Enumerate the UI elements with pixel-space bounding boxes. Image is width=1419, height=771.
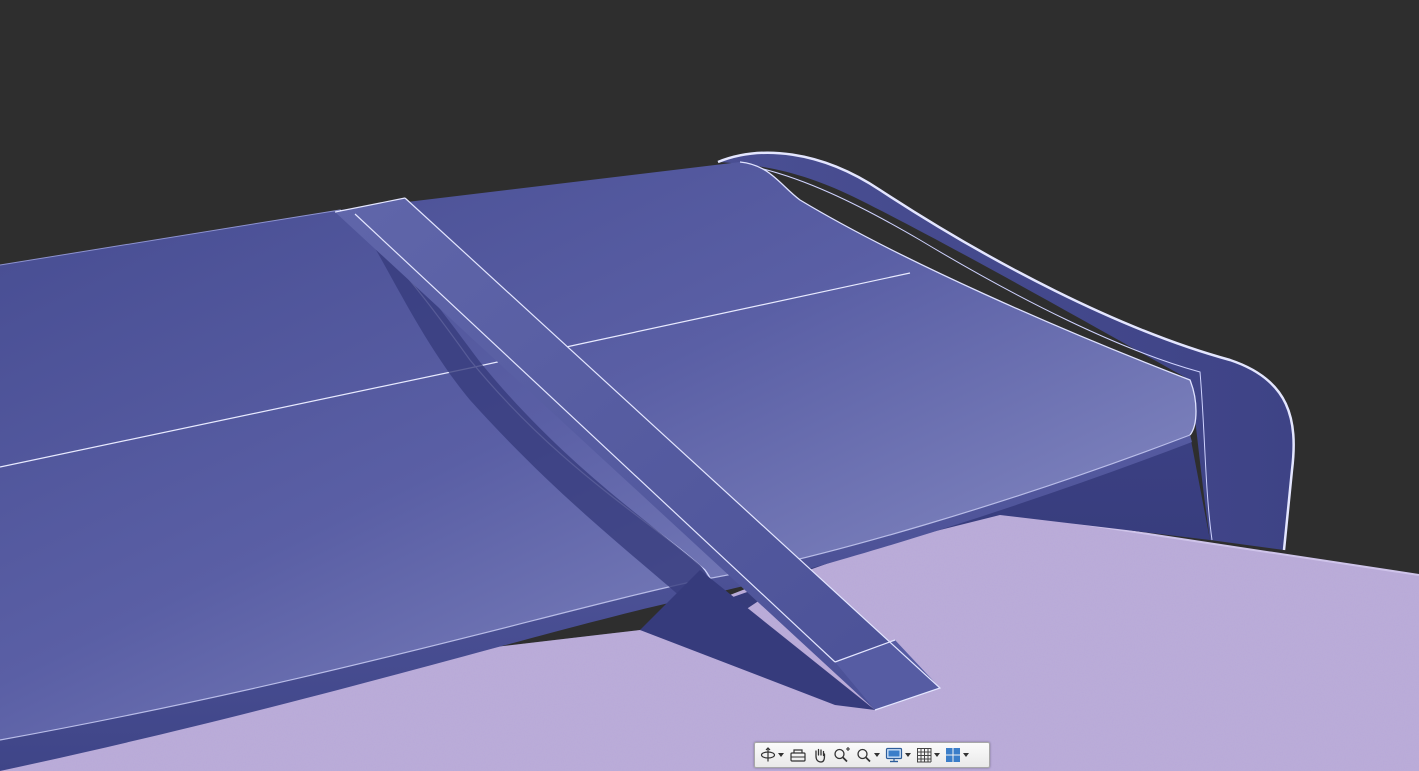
navigation-wheel-tool[interactable]	[787, 744, 809, 766]
grid-tool[interactable]	[914, 744, 942, 766]
zoom-realtime-tool[interactable]	[831, 744, 853, 766]
grid-dropdown-arrow[interactable]	[934, 753, 940, 757]
grid-icon	[917, 748, 932, 763]
viewport-layout-icon	[946, 748, 960, 762]
zoom-window-icon	[857, 748, 871, 763]
viewport-dropdown-arrow[interactable]	[963, 753, 969, 757]
orbit-icon	[760, 747, 776, 762]
pan-tool[interactable]	[810, 744, 830, 766]
zoom-realtime-icon	[834, 747, 850, 763]
monitor-icon	[885, 747, 903, 763]
zoom-window-tool[interactable]	[854, 744, 882, 766]
display-dropdown-arrow[interactable]	[905, 753, 911, 757]
pan-hand-icon	[815, 748, 826, 763]
steering-wheel-icon	[790, 749, 806, 762]
zoom-dropdown-arrow[interactable]	[874, 753, 880, 757]
orbit-dropdown-arrow[interactable]	[778, 753, 784, 757]
model-render[interactable]	[0, 0, 1419, 771]
display-tool[interactable]	[883, 744, 913, 766]
navigation-toolbar	[754, 742, 990, 768]
viewport-layout-tool[interactable]	[943, 744, 971, 766]
3d-viewport[interactable]	[0, 0, 1419, 771]
orbit-tool[interactable]	[758, 744, 786, 766]
